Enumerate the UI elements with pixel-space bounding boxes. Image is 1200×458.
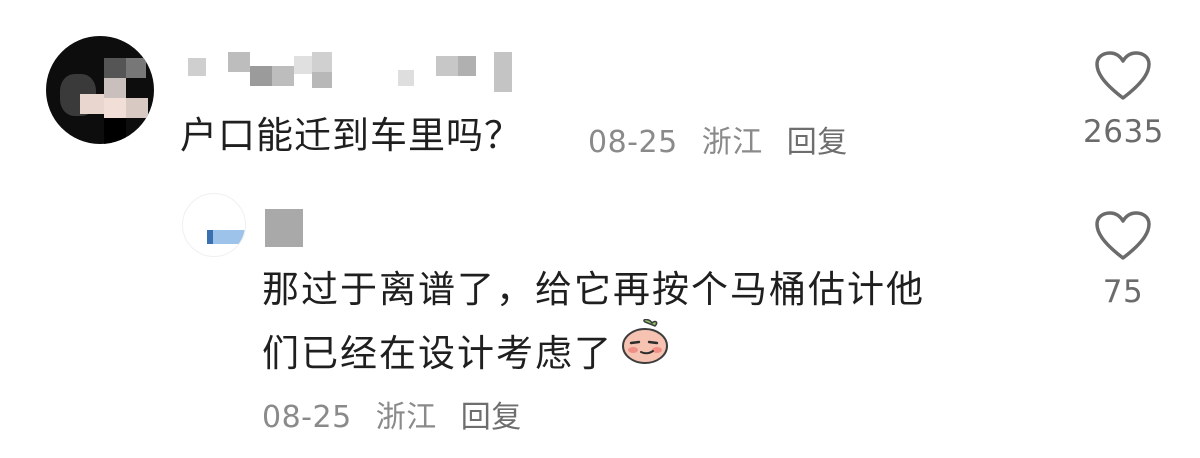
reply-text-line: 那过于离谱了，给它再按个马桶估计他 (262, 268, 925, 311)
reply-date: 08-25 (262, 400, 352, 435)
comment-meta: 08-25 浙江 回复 (588, 117, 862, 161)
reply-text-line: 们已经在设计考虑了 (262, 318, 1042, 386)
username-redacted[interactable] (188, 52, 528, 92)
reply-meta: 08-25 浙江 回复 (262, 392, 536, 436)
reply-like-button[interactable]: 75 (1083, 210, 1163, 310)
comment-text: 户口能迁到车里吗？ (180, 114, 522, 157)
reply-text: 那过于离谱了，给它再按个马桶估计他 们已经在设计考虑了 (262, 258, 1042, 386)
like-button[interactable]: 2635 (1083, 50, 1163, 150)
peach-face-emoji (619, 318, 671, 385)
reply-username-redacted[interactable] (265, 209, 303, 247)
reply-avatar[interactable] (182, 193, 246, 257)
heart-icon (1095, 51, 1151, 100)
avatar[interactable] (46, 36, 154, 144)
reply-location: 浙江 (375, 400, 437, 435)
heart-icon (1095, 211, 1151, 260)
comment-date: 08-25 (588, 125, 678, 160)
reply-button[interactable]: 回复 (787, 125, 848, 160)
reply-like-count: 75 (1102, 274, 1144, 310)
comment-location: 浙江 (701, 125, 763, 160)
reply-reply-button[interactable]: 回复 (461, 400, 522, 435)
like-count: 2635 (1083, 114, 1164, 150)
reply-text-line-content: 们已经在设计考虑了 (262, 332, 613, 375)
